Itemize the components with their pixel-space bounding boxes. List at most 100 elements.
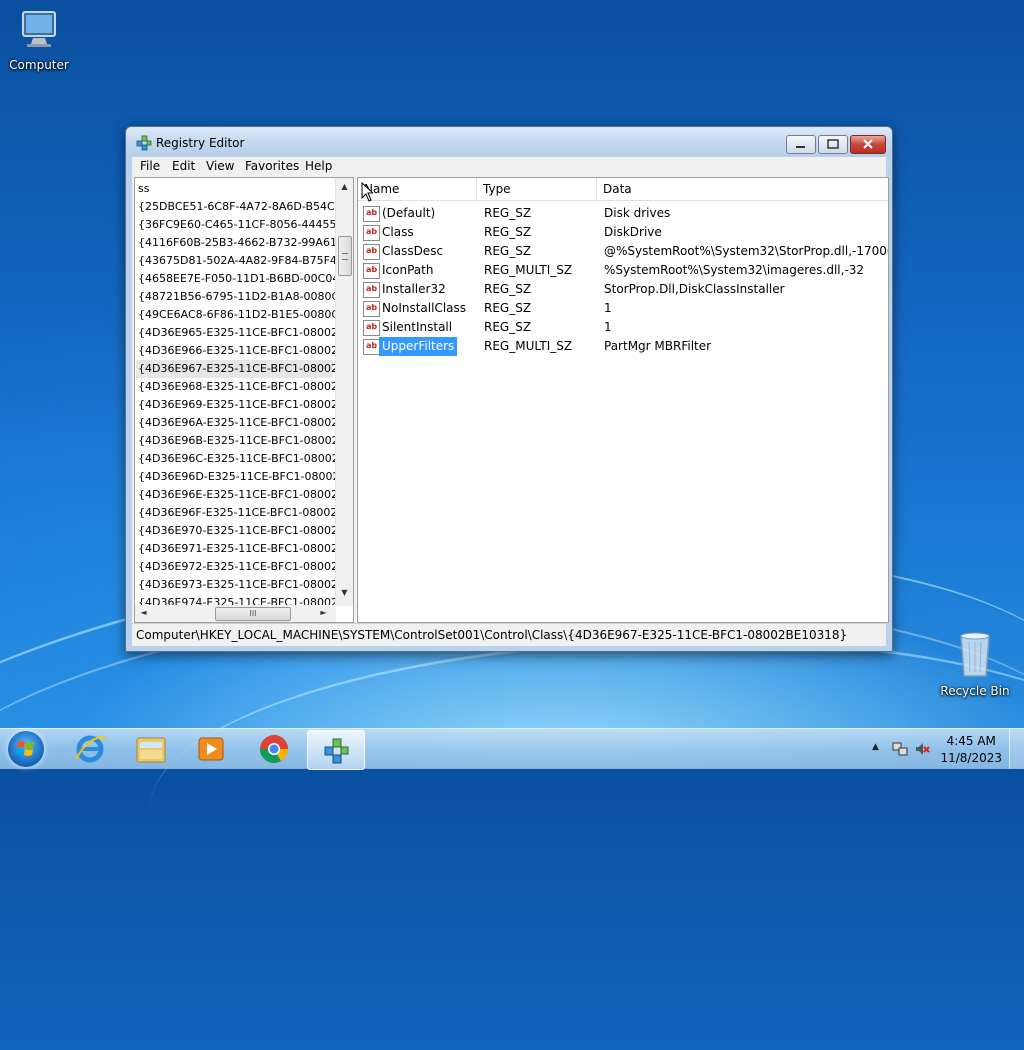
taskbar: ▲ 4:45 AM 11/8/2023 xyxy=(0,728,1024,770)
tree-node[interactable]: {4116F60B-25B3-4662-B732-99A6111 xyxy=(138,234,351,252)
tree-node[interactable]: {4D36E96C-E325-11CE-BFC1-08002BI xyxy=(138,450,350,468)
taskbar-internet-explorer[interactable] xyxy=(62,730,118,768)
taskbar-media-player[interactable] xyxy=(183,730,239,768)
tree-horizontal-scrollbar[interactable]: ◄ III ► xyxy=(135,605,336,622)
scroll-grip-icon xyxy=(342,253,348,260)
value-type: REG_SZ xyxy=(484,244,532,258)
tree-node[interactable]: {4D36E96B-E325-11CE-BFC1-08002BE xyxy=(138,432,353,450)
taskbar-windows-explorer[interactable] xyxy=(123,730,179,768)
clock[interactable]: 4:45 AM 11/8/2023 xyxy=(940,733,1002,767)
value-name: NoInstallClass xyxy=(382,301,467,315)
tree-node[interactable]: {4D36E967-E325-11CE-BFC1-08002BE xyxy=(136,360,353,378)
string-value-icon: ab xyxy=(363,263,380,279)
maximize-icon xyxy=(827,139,839,149)
value-name: UpperFilters xyxy=(379,337,458,356)
value-row[interactable]: ab IconPath REG_MULTI_SZ %SystemRoot%\Syste… xyxy=(358,261,888,280)
tree-node[interactable]: ss xyxy=(138,180,149,198)
tree-vertical-scrollbar[interactable]: ▲ ▼ xyxy=(335,178,353,606)
menu-edit[interactable]: Edit xyxy=(172,159,195,173)
scroll-right-icon[interactable]: ► xyxy=(315,608,332,617)
string-value-icon: ab xyxy=(363,244,380,260)
network-icon[interactable] xyxy=(892,741,908,760)
value-type: REG_SZ xyxy=(484,206,532,220)
scroll-thumb[interactable] xyxy=(338,236,352,276)
desktop-icon-label: Recycle Bin xyxy=(940,684,1010,698)
string-value-icon: ab xyxy=(363,282,380,298)
taskbar-chrome[interactable] xyxy=(246,730,302,768)
status-bar: Computer\HKEY_LOCAL_MACHINE\SYSTEM\Contr… xyxy=(132,623,886,646)
tree-node[interactable]: {4D36E96F-E325-11CE-BFC1-08002BE xyxy=(138,504,352,522)
value-type: REG_MULTI_SZ xyxy=(484,339,573,353)
value-row[interactable]: ab ClassDesc REG_SZ @%SystemRoot%\System32\… xyxy=(358,242,888,261)
value-row[interactable]: ab SilentInstall REG_SZ 1 xyxy=(358,318,888,337)
menu-view[interactable]: View xyxy=(206,159,234,173)
value-row[interactable]: ab (Default) REG_SZ Disk drives xyxy=(358,204,888,223)
mouse-cursor-icon xyxy=(361,181,375,205)
scroll-thumb-horizontal[interactable]: III xyxy=(215,607,291,621)
value-type: REG_MULTI_SZ xyxy=(484,263,573,277)
value-type: REG_SZ xyxy=(484,301,532,315)
scroll-left-icon[interactable]: ◄ xyxy=(135,608,152,617)
tree-node[interactable]: {4D36E965-E325-11CE-BFC1-08002BE xyxy=(138,324,353,342)
registry-editor-window: Registry Editor File Edit View Favorites… xyxy=(125,126,893,652)
title-bar[interactable]: Registry Editor xyxy=(126,127,892,157)
string-value-icon: ab xyxy=(363,301,380,317)
value-row[interactable]: ab UpperFilters REG_MULTI_SZ PartMgr MBRFil… xyxy=(358,337,888,356)
maximize-button[interactable] xyxy=(818,135,848,154)
value-row[interactable]: ab Installer32 REG_SZ StorProp.Dll,DiskClas… xyxy=(358,280,888,299)
chrome-icon xyxy=(260,735,288,763)
column-type[interactable]: Type xyxy=(477,178,597,200)
value-data: 1 xyxy=(604,301,612,315)
tree-node[interactable]: {43675D81-502A-4A82-9F84-B75F418 xyxy=(138,252,351,270)
tree-node[interactable]: {25DBCE51-6C8F-4A72-8A6D-B54C2I xyxy=(138,198,345,216)
show-desktop-button[interactable] xyxy=(1009,729,1024,769)
tree-node[interactable]: {4D36E970-E325-11CE-BFC1-08002BE xyxy=(138,522,353,540)
system-tray: ▲ 4:45 AM 11/8/2023 xyxy=(864,729,1024,769)
start-button[interactable] xyxy=(8,731,44,767)
minimize-icon xyxy=(796,146,805,148)
tree-node[interactable]: {4D36E96A-E325-11CE-BFC1-08002BI xyxy=(138,414,349,432)
value-type: REG_SZ xyxy=(484,225,532,239)
value-data: PartMgr MBRFilter xyxy=(604,339,712,353)
media-player-icon xyxy=(198,737,224,761)
tree-node[interactable]: {4D36E966-E325-11CE-BFC1-08002BE xyxy=(138,342,353,360)
desktop-icon-computer[interactable]: Computer xyxy=(1,8,77,72)
value-list[interactable]: Name Type Data ab (Default) REG_SZ Disk dri… xyxy=(357,177,889,623)
string-value-icon: ab xyxy=(363,206,380,222)
tree-node[interactable]: {4D36E971-E325-11CE-BFC1-08002BE xyxy=(138,540,353,558)
registry-editor-icon xyxy=(324,738,349,764)
key-tree[interactable]: ss {25DBCE51-6C8F-4A72-8A6D-B54C2I {36FC9E… xyxy=(134,177,354,623)
close-button[interactable] xyxy=(850,135,886,154)
desktop-icon-label: Computer xyxy=(9,58,69,72)
tree-node[interactable]: {4D36E972-E325-11CE-BFC1-08002BE xyxy=(138,558,353,576)
menu-help[interactable]: Help xyxy=(305,159,332,173)
value-row[interactable]: ab NoInstallClass REG_SZ 1 xyxy=(358,299,888,318)
tree-node[interactable]: {4658EE7E-F050-11D1-B6BD-00C04FA xyxy=(138,270,352,288)
value-data: StorProp.Dll,DiskClassInstaller xyxy=(604,282,785,296)
windows-logo-icon xyxy=(16,741,34,756)
menu-file[interactable]: File xyxy=(140,159,160,173)
tree-node[interactable]: {48721B56-6795-11D2-B1A8-0080C72 xyxy=(138,288,353,306)
column-header: Name Type Data xyxy=(358,178,888,201)
tree-node[interactable]: {4D36E96E-E325-11CE-BFC1-08002BE xyxy=(138,486,352,504)
tree-node[interactable]: {4D36E96D-E325-11CE-BFC1-08002BI xyxy=(138,468,350,486)
tree-node[interactable]: {4D36E968-E325-11CE-BFC1-08002BE xyxy=(138,378,353,396)
tree-node[interactable]: {4D36E973-E325-11CE-BFC1-08002BE xyxy=(138,576,353,594)
volume-muted-icon[interactable] xyxy=(914,741,930,760)
value-type: REG_SZ xyxy=(484,282,532,296)
desktop-icon-recycle-bin[interactable]: Recycle Bin xyxy=(937,630,1013,698)
tree-node[interactable]: {36FC9E60-C465-11CF-8056-4445535 xyxy=(138,216,351,234)
tree-node[interactable]: {49CE6AC8-6F86-11D2-B1E5-0080C7. xyxy=(138,306,350,324)
column-data[interactable]: Data xyxy=(597,178,888,200)
taskbar-registry-editor[interactable] xyxy=(307,730,365,770)
value-row[interactable]: ab Class REG_SZ DiskDrive xyxy=(358,223,888,242)
show-hidden-icons-button[interactable]: ▲ xyxy=(872,742,879,752)
scroll-up-icon[interactable]: ▲ xyxy=(336,182,353,191)
window-title: Registry Editor xyxy=(156,136,245,150)
column-name[interactable]: Name xyxy=(358,178,477,200)
scroll-down-icon[interactable]: ▼ xyxy=(336,588,353,597)
menu-favorites[interactable]: Favorites xyxy=(245,159,299,173)
minimize-button[interactable] xyxy=(786,135,816,154)
tree-node[interactable]: {4D36E969-E325-11CE-BFC1-08002BE xyxy=(138,396,353,414)
close-icon xyxy=(863,139,873,149)
